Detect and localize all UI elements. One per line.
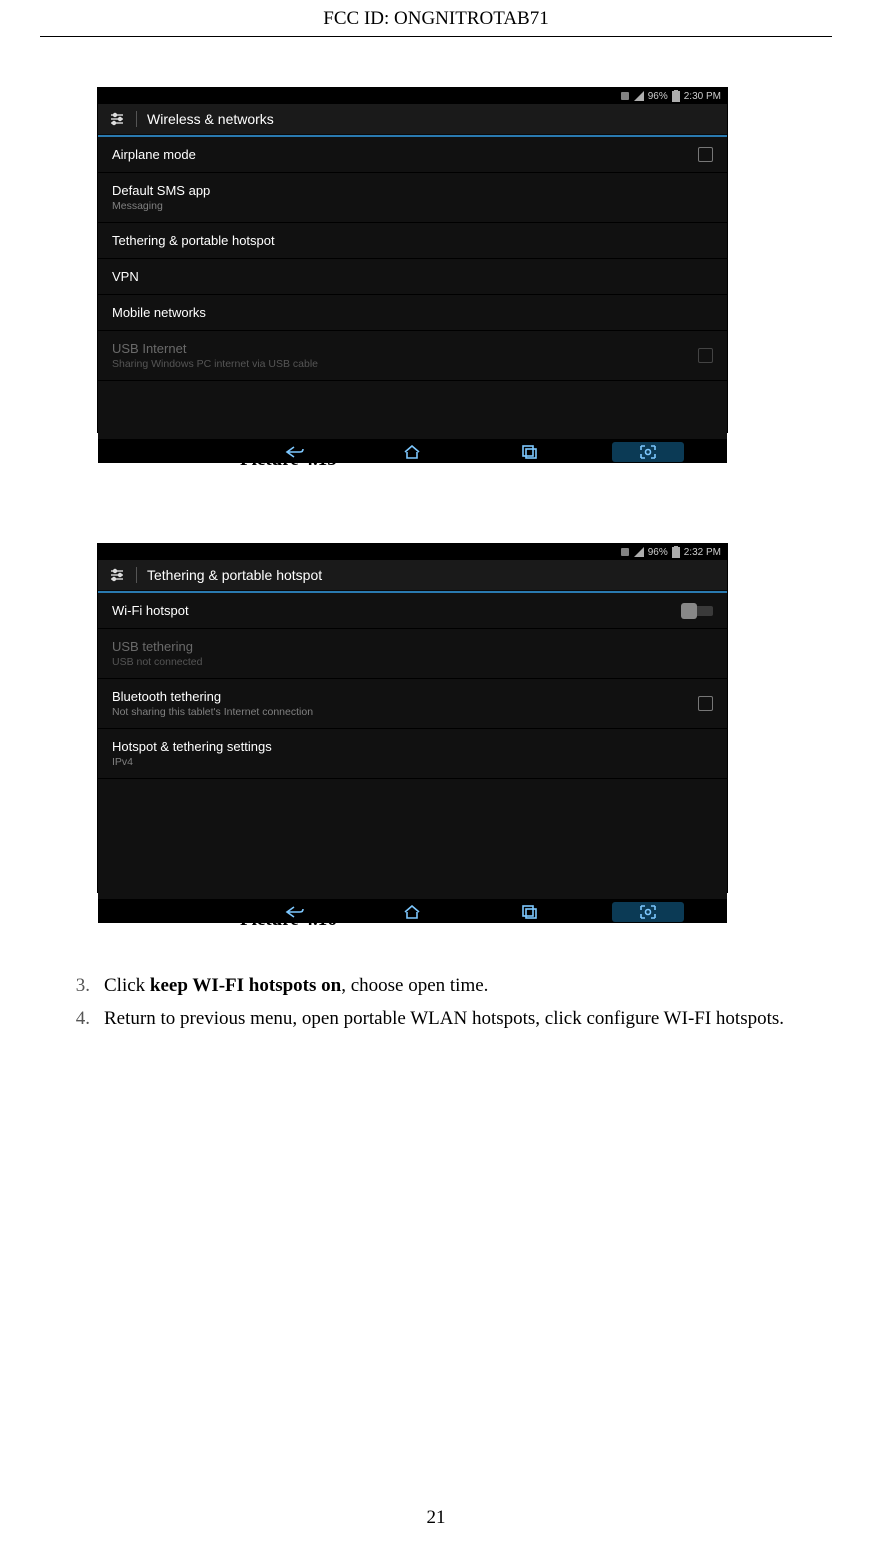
empty-area <box>98 381 727 439</box>
page-content: 96% 2:30 PM Wireless & networks Airplane… <box>0 37 872 1034</box>
row-title: USB Internet <box>112 341 698 356</box>
settings-list: Airplane mode Default SMS app Messaging … <box>98 135 727 381</box>
home-button[interactable] <box>403 445 421 459</box>
instruction-step-3: 3. Click keep WI-FI hotspots on, choose … <box>66 971 822 1000</box>
battery-icon <box>672 546 680 558</box>
row-title: USB tethering <box>112 639 713 654</box>
row-subtitle: Sharing Windows PC internet via USB cabl… <box>112 358 698 370</box>
text-prefix: Click <box>104 975 150 996</box>
title-bar: Wireless & networks <box>98 104 727 135</box>
sim-icon <box>620 547 630 557</box>
signal-icon <box>634 547 644 557</box>
page-footer: 21 <box>0 1507 872 1529</box>
sliders-icon[interactable] <box>108 566 126 584</box>
sliders-icon[interactable] <box>108 110 126 128</box>
instruction-list: 3. Click keep WI-FI hotspots on, choose … <box>50 971 822 1034</box>
title-bar: Tethering & portable hotspot <box>98 560 727 591</box>
navigation-bar <box>98 439 727 463</box>
row-subtitle: Not sharing this tablet's Internet conne… <box>112 706 698 718</box>
screenshot-button[interactable] <box>612 902 684 922</box>
page-header: FCC ID: ONGNITROTAB71 <box>40 0 832 37</box>
fcc-id-text: FCC ID: ONGNITROTAB71 <box>323 8 548 29</box>
step-number: 4. <box>66 1004 90 1033</box>
row-title: Airplane mode <box>112 147 698 162</box>
settings-list: Wi-Fi hotspot USB tethering USB not conn… <box>98 591 727 779</box>
text-suffix: , choose open time. <box>341 975 488 996</box>
row-subtitle: IPv4 <box>112 756 713 768</box>
row-title: Mobile networks <box>112 305 713 320</box>
screenshot-wireless-networks: 96% 2:30 PM Wireless & networks Airplane… <box>97 87 728 433</box>
text-bold: keep WI-FI hotspots on <box>150 975 341 996</box>
row-subtitle: USB not connected <box>112 656 713 668</box>
screen-title: Wireless & networks <box>147 111 274 127</box>
row-usb-tethering: USB tethering USB not connected <box>98 629 727 679</box>
instruction-step-4: 4. Return to previous menu, open portabl… <box>66 1004 822 1033</box>
battery-icon <box>672 90 680 102</box>
empty-area <box>98 779 727 899</box>
screenshot-tethering: 96% 2:32 PM Tethering & portable hotspot… <box>97 543 728 893</box>
signal-icon <box>634 91 644 101</box>
row-mobile-networks[interactable]: Mobile networks <box>98 295 727 331</box>
step-number: 3. <box>66 971 90 1000</box>
row-tethering[interactable]: Tethering & portable hotspot <box>98 223 727 259</box>
row-title: VPN <box>112 269 713 284</box>
row-title: Hotspot & tethering settings <box>112 739 713 754</box>
clock-time: 2:30 PM <box>684 91 721 102</box>
checkbox-icon <box>698 348 713 363</box>
row-hotspot-settings[interactable]: Hotspot & tethering settings IPv4 <box>98 729 727 779</box>
recent-apps-button[interactable] <box>522 445 538 459</box>
row-vpn[interactable]: VPN <box>98 259 727 295</box>
separator <box>136 111 137 127</box>
screenshot-button[interactable] <box>612 442 684 462</box>
clock-time: 2:32 PM <box>684 547 721 558</box>
row-title: Tethering & portable hotspot <box>112 233 713 248</box>
step-body: Click keep WI-FI hotspots on, choose ope… <box>104 971 488 1000</box>
navigation-bar <box>98 899 727 923</box>
status-bar: 96% 2:32 PM <box>98 544 727 560</box>
checkbox-icon[interactable] <box>698 147 713 162</box>
row-airplane-mode[interactable]: Airplane mode <box>98 135 727 173</box>
battery-percentage: 96% <box>648 547 668 558</box>
step-body: Return to previous menu, open portable W… <box>104 1004 784 1033</box>
screen-title: Tethering & portable hotspot <box>147 567 322 583</box>
row-title: Default SMS app <box>112 183 713 198</box>
row-title: Bluetooth tethering <box>112 689 698 704</box>
separator <box>136 567 137 583</box>
back-button[interactable] <box>284 905 306 919</box>
battery-percentage: 96% <box>648 91 668 102</box>
home-button[interactable] <box>403 905 421 919</box>
recent-apps-button[interactable] <box>522 905 538 919</box>
row-default-sms[interactable]: Default SMS app Messaging <box>98 173 727 223</box>
row-bluetooth-tethering[interactable]: Bluetooth tethering Not sharing this tab… <box>98 679 727 729</box>
checkbox-icon[interactable] <box>698 696 713 711</box>
toggle-switch[interactable] <box>681 604 713 618</box>
row-wifi-hotspot[interactable]: Wi-Fi hotspot <box>98 591 727 629</box>
status-bar: 96% 2:30 PM <box>98 88 727 104</box>
page-number: 21 <box>427 1507 446 1528</box>
back-button[interactable] <box>284 445 306 459</box>
sim-icon <box>620 91 630 101</box>
row-usb-internet: USB Internet Sharing Windows PC internet… <box>98 331 727 381</box>
row-subtitle: Messaging <box>112 200 713 212</box>
row-title: Wi-Fi hotspot <box>112 603 681 618</box>
